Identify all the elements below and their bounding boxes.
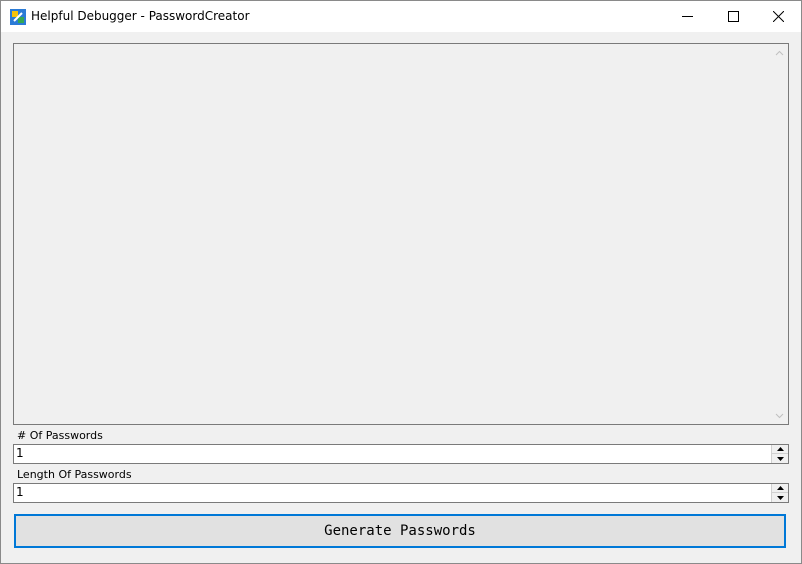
minimize-icon bbox=[681, 16, 693, 17]
password-count-spinner[interactable] bbox=[771, 445, 788, 463]
generate-passwords-button[interactable]: Generate Passwords bbox=[14, 514, 786, 548]
password-output-textbox[interactable] bbox=[13, 43, 789, 425]
triangle-down-icon bbox=[776, 456, 784, 461]
maximize-button[interactable] bbox=[710, 1, 756, 32]
password-count-label: # Of Passwords bbox=[17, 429, 103, 442]
chevron-down-icon bbox=[775, 413, 784, 418]
password-length-increment[interactable] bbox=[772, 484, 788, 493]
window-title: Helpful Debugger - PasswordCreator bbox=[31, 9, 250, 23]
close-icon bbox=[772, 11, 784, 22]
triangle-down-icon bbox=[776, 495, 784, 500]
app-window: Helpful Debugger - PasswordCreator # Of … bbox=[0, 0, 802, 564]
scroll-up-arrow[interactable] bbox=[771, 44, 788, 61]
password-count-value: 1 bbox=[16, 446, 24, 460]
password-length-label: Length Of Passwords bbox=[17, 468, 132, 481]
password-count-field[interactable]: 1 bbox=[13, 444, 789, 464]
password-length-value: 1 bbox=[16, 485, 24, 499]
title-bar[interactable]: Helpful Debugger - PasswordCreator bbox=[1, 1, 801, 32]
password-count-decrement[interactable] bbox=[772, 454, 788, 463]
scroll-down-arrow[interactable] bbox=[771, 407, 788, 424]
password-length-decrement[interactable] bbox=[772, 493, 788, 502]
password-length-field[interactable]: 1 bbox=[13, 483, 789, 503]
vertical-scrollbar[interactable] bbox=[771, 44, 788, 424]
maximize-icon bbox=[727, 11, 739, 22]
password-length-spinner[interactable] bbox=[771, 484, 788, 502]
close-button[interactable] bbox=[755, 1, 801, 32]
chevron-up-icon bbox=[775, 50, 784, 55]
triangle-up-icon bbox=[776, 486, 784, 490]
app-icon bbox=[10, 9, 26, 25]
password-count-increment[interactable] bbox=[772, 445, 788, 454]
triangle-up-icon bbox=[776, 447, 784, 451]
minimize-button[interactable] bbox=[664, 1, 710, 32]
